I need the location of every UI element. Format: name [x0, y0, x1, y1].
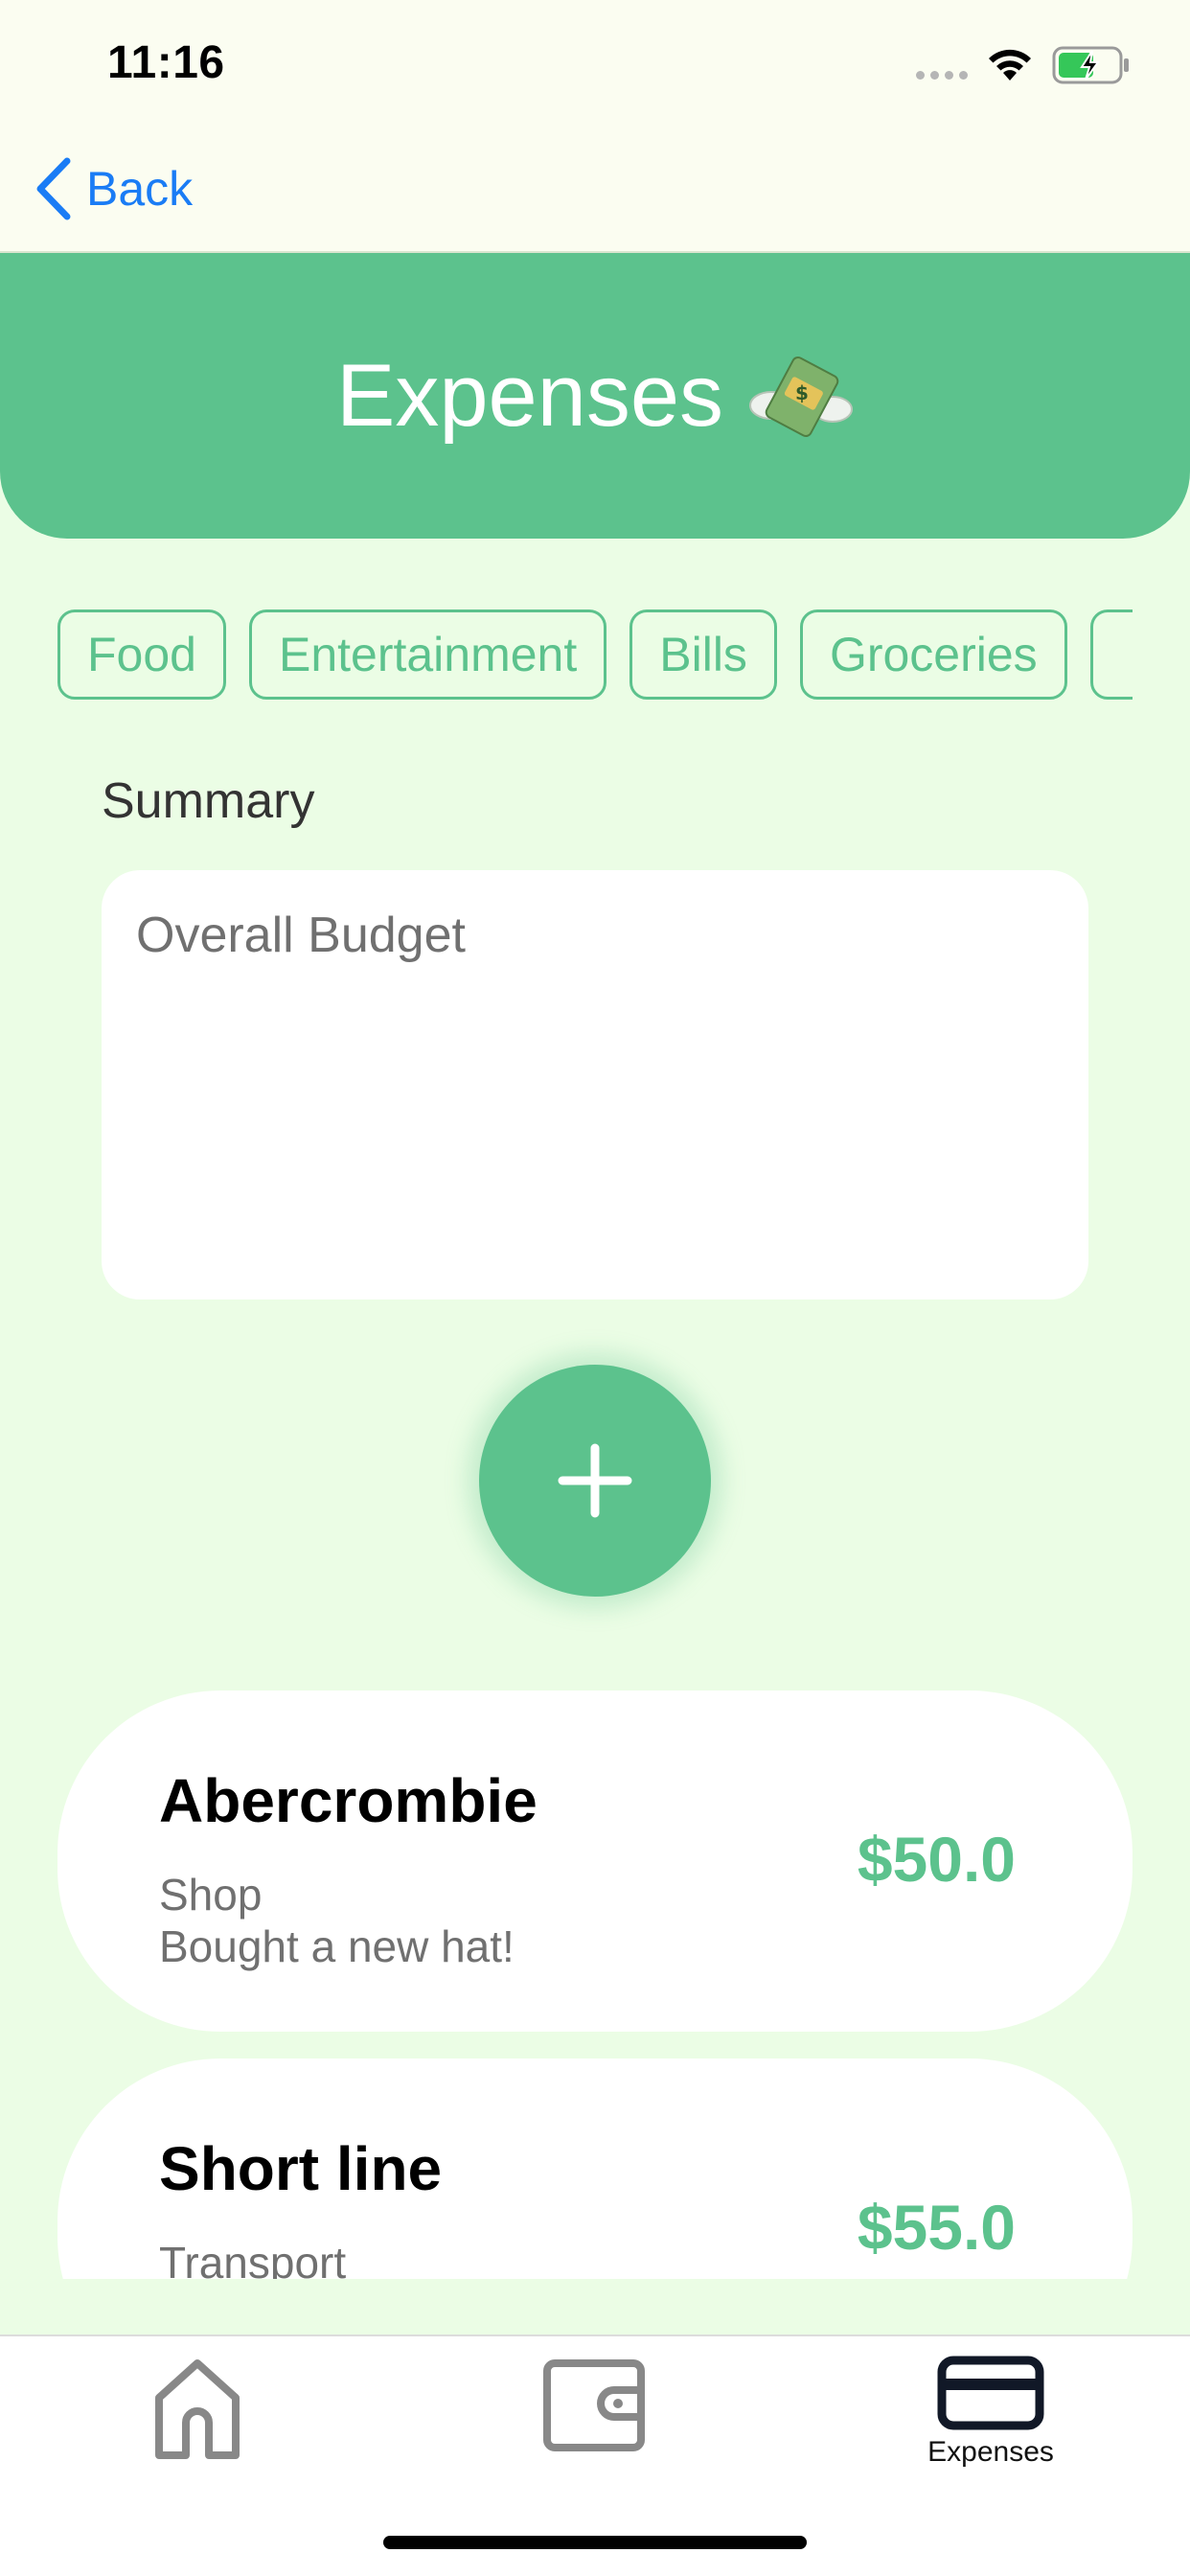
expense-card[interactable]: Abercrombie Shop Bought a new hat! $50.0	[57, 1690, 1133, 2032]
page-title-text: Expenses	[335, 346, 724, 445]
expense-list: Abercrombie Shop Bought a new hat! $50.0…	[0, 1687, 1190, 2279]
category-chip-bills[interactable]: Bills	[629, 610, 777, 700]
add-expense-button[interactable]	[479, 1365, 711, 1597]
cellular-signal-icon	[916, 71, 968, 80]
expense-category: Shop	[159, 1870, 263, 1920]
category-chip-food[interactable]: Food	[57, 610, 226, 700]
svg-text:$: $	[795, 381, 809, 404]
expense-card[interactable]: Short line Transport $55.0	[57, 2058, 1133, 2279]
wallet-icon	[543, 2359, 645, 2451]
overall-budget-card: Overall Budget	[102, 870, 1088, 1300]
expense-amount: $50.0	[857, 1824, 1016, 1895]
plus-icon	[558, 1443, 632, 1518]
battery-icon	[1052, 46, 1129, 84]
tab-home[interactable]	[102, 2356, 293, 2499]
summary-heading: Summary	[102, 773, 315, 829]
overall-budget-title: Overall Budget	[136, 908, 466, 963]
expense-amount: $55.0	[857, 2192, 1016, 2263]
category-filter-bar: Food Entertainment Bills Groceries	[57, 610, 1133, 702]
status-bar: 11:16	[0, 0, 1190, 128]
tab-wallet[interactable]	[498, 2356, 690, 2499]
category-chip-more[interactable]	[1089, 610, 1133, 700]
page-title: Expenses $	[336, 346, 854, 447]
page-header: Expenses $	[0, 253, 1190, 539]
expense-name: Abercrombie	[159, 1766, 538, 1835]
home-indicator[interactable]	[383, 2536, 807, 2549]
status-time: 11:16	[107, 37, 225, 88]
back-label: Back	[86, 162, 194, 216]
expense-name: Short line	[159, 2134, 443, 2203]
category-chip-groceries[interactable]: Groceries	[799, 610, 1067, 700]
expense-category: Transport	[159, 2238, 347, 2279]
back-button[interactable]: Back	[34, 157, 193, 220]
wifi-icon	[989, 49, 1031, 80]
money-with-wings-icon: $	[749, 356, 854, 437]
home-icon	[155, 2359, 240, 2459]
expense-description: Bought a new hat!	[159, 1921, 515, 1971]
tab-expenses[interactable]: Expenses	[895, 2356, 1087, 2499]
tab-expenses-label: Expenses	[927, 2436, 1054, 2468]
chevron-left-icon	[36, 157, 71, 220]
category-chip-entertainment[interactable]: Entertainment	[248, 610, 607, 700]
credit-card-icon	[937, 2356, 1044, 2430]
